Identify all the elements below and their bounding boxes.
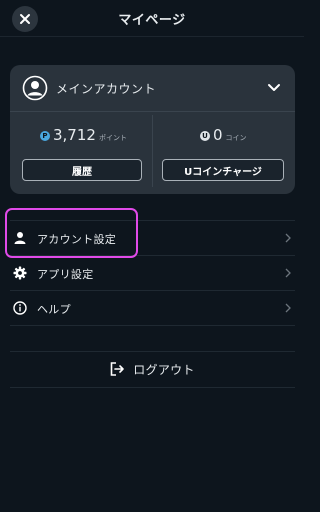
chevron-right-icon (285, 233, 291, 243)
chevron-down-icon[interactable] (267, 82, 281, 94)
coin-icon: U (200, 131, 210, 141)
card-divider (10, 111, 295, 112)
menu-item-app-settings[interactable]: アプリ設定 (10, 256, 295, 290)
info-icon (13, 301, 27, 315)
logout-icon (110, 362, 125, 376)
points-balance: P 3,712 ポイント (40, 126, 127, 144)
account-name: メインアカウント (56, 82, 157, 96)
logout-divider (10, 387, 295, 388)
page-title: マイページ (118, 13, 186, 28)
points-icon: P (40, 131, 50, 141)
account-selector[interactable]: メインアカウント (10, 65, 295, 111)
chevron-right-icon (285, 268, 291, 278)
coins-balance: U 0 コイン (200, 126, 247, 144)
coin-charge-button[interactable]: Uコインチャージ (162, 159, 284, 181)
coins-value: 0 (213, 126, 223, 144)
points-unit: ポイント (98, 134, 127, 142)
menu-item-help[interactable]: ヘルプ (10, 291, 295, 325)
history-button[interactable]: 履歴 (22, 159, 142, 181)
user-circle-icon (22, 75, 48, 101)
menu-label: アプリ設定 (37, 268, 94, 281)
highlight-box (5, 208, 138, 258)
logout-label: ログアウト (133, 362, 195, 377)
logout-button[interactable]: ログアウト (0, 352, 304, 386)
chevron-right-icon (285, 303, 291, 313)
coins-unit: コイン (225, 134, 247, 142)
points-value: 3,712 (53, 126, 96, 144)
header-divider (0, 36, 304, 37)
gear-icon (13, 266, 27, 280)
card-vertical-divider (152, 115, 153, 187)
menu-divider (10, 325, 295, 326)
header: マイページ (0, 0, 304, 36)
menu-label: ヘルプ (37, 303, 71, 316)
